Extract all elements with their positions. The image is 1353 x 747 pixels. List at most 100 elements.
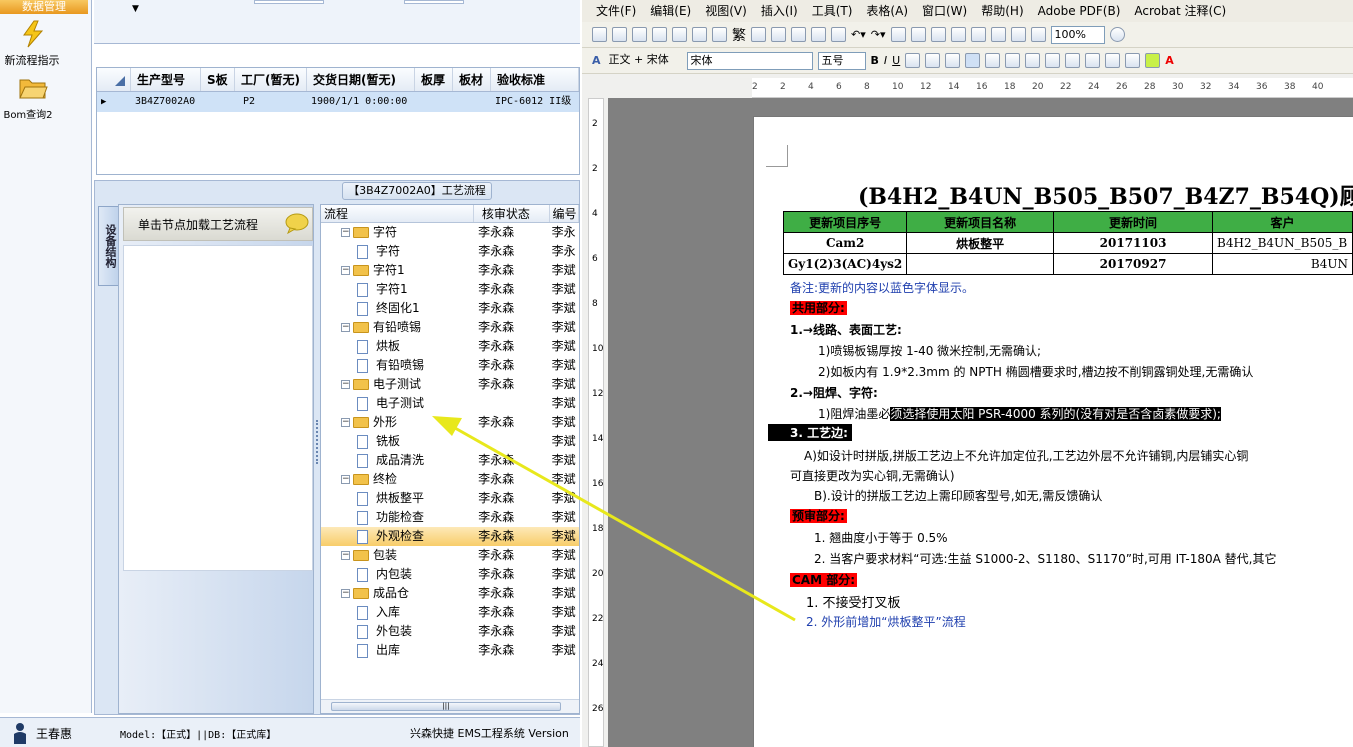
paste-icon[interactable] <box>811 27 826 42</box>
col-material[interactable]: 板材 <box>453 68 491 91</box>
document-map-icon[interactable] <box>1010 27 1026 42</box>
collapse-icon[interactable]: − <box>341 380 350 389</box>
save-icon[interactable] <box>632 27 647 42</box>
menu-item[interactable]: 编辑(E) <box>650 0 691 22</box>
font-color-icon[interactable]: A <box>1165 54 1174 67</box>
align-justify-icon[interactable] <box>965 53 981 68</box>
col-delivery-date[interactable]: 交货日期(暂无) <box>307 68 415 91</box>
collapse-icon[interactable]: − <box>341 323 350 332</box>
print-preview-icon[interactable] <box>692 27 707 42</box>
spelling-icon[interactable] <box>712 27 727 42</box>
print-icon[interactable] <box>672 27 687 42</box>
align-center-icon[interactable] <box>985 53 1001 68</box>
font-size-select[interactable]: 五号 <box>817 51 866 70</box>
menu-item[interactable]: Acrobat 注释(C) <box>1134 0 1226 22</box>
tree-row[interactable]: − 字符1 李永森 李斌 <box>321 261 579 280</box>
menu-item[interactable]: 视图(V) <box>705 0 747 22</box>
italic-icon[interactable]: I <box>884 54 887 67</box>
tree-scrollbar[interactable]: ||| <box>321 699 579 713</box>
document-page[interactable]: (B4H2_B4UN_B505_B507_B4Z7_B54Q)顾客特 更新项目序… <box>753 116 1353 747</box>
align-right-icon[interactable] <box>1005 53 1021 68</box>
bold-icon[interactable]: B <box>871 54 879 67</box>
char-shading-icon[interactable] <box>925 53 941 68</box>
menu-item[interactable]: 窗口(W) <box>922 0 967 22</box>
underline-icon[interactable]: U <box>892 54 900 67</box>
table-row[interactable]: ▶ 3B4Z7002A0 P2 1900/1/1 0:00:00 IPC-601… <box>97 92 579 112</box>
collapse-icon[interactable]: − <box>341 589 350 598</box>
tree-row[interactable]: 字符1 李永森 李斌 <box>321 280 579 299</box>
tree-row[interactable]: − 成品仓 李永森 李斌 <box>321 584 579 603</box>
help-icon[interactable] <box>1109 27 1125 42</box>
dropdown-arrow-icon[interactable]: ▼ <box>132 4 139 14</box>
styles-icon[interactable]: A <box>592 54 601 67</box>
hyperlink-icon[interactable] <box>890 27 906 42</box>
tree-row[interactable]: − 字符 李永森 李永 <box>321 223 579 242</box>
horizontal-ruler[interactable]: 2 2 4 6 8 10 12 14 16 18 20 22 24 26 28 30 32 34 36 38 40 <box>752 78 1353 98</box>
col-factory[interactable]: 工厂(暂无) <box>235 68 307 91</box>
tree-row[interactable]: 有铅喷锡 李永森 李斌 <box>321 356 579 375</box>
collapse-icon[interactable]: − <box>341 475 350 484</box>
filter-input-1[interactable] <box>254 0 324 4</box>
menu-item[interactable]: 表格(A) <box>866 0 908 22</box>
tree-row[interactable]: − 包装 李永森 李斌 <box>321 546 579 565</box>
line-spacing-icon[interactable] <box>1045 53 1061 68</box>
tables-borders-icon[interactable] <box>910 27 926 42</box>
copy-icon[interactable] <box>791 27 806 42</box>
insert-table-icon[interactable] <box>930 27 946 42</box>
new-doc-icon[interactable] <box>592 27 607 42</box>
tree-row[interactable]: 铣板 李斌 <box>321 432 579 451</box>
menu-item[interactable]: 帮助(H) <box>981 0 1023 22</box>
numbering-icon[interactable] <box>1065 53 1081 68</box>
col-s-board[interactable]: S板 <box>201 68 235 91</box>
highlight-icon[interactable] <box>1145 53 1161 68</box>
tree-col-status[interactable]: 核审状态 <box>474 205 550 222</box>
format-painter-icon[interactable] <box>831 27 846 42</box>
col-thickness[interactable]: 板厚 <box>415 68 453 91</box>
tree-row[interactable]: − 外形 李永森 李斌 <box>321 413 579 432</box>
collapse-icon[interactable]: − <box>341 266 350 275</box>
insert-excel-icon[interactable] <box>950 27 966 42</box>
tree-row[interactable]: 成品清洗 李永森 李斌 <box>321 451 579 470</box>
tree-row[interactable]: 功能检查 李永森 李斌 <box>321 508 579 527</box>
font-select[interactable]: 宋体 <box>686 51 813 70</box>
traditional-convert-icon[interactable]: 繁 <box>732 25 746 45</box>
tree-row[interactable]: − 有铅喷锡 李永森 李斌 <box>321 318 579 337</box>
col-model[interactable]: 生产型号 <box>131 68 201 91</box>
vertical-ruler[interactable]: 2 2 4 6 8 10 12 14 16 18 20 22 24 26 <box>588 98 604 747</box>
distributed-icon[interactable] <box>1025 53 1041 68</box>
tree-col-process[interactable]: 流程 <box>321 205 474 222</box>
tree-row[interactable]: 电子测试 李斌 <box>321 394 579 413</box>
tree-col-code[interactable]: 编号 <box>550 205 579 222</box>
increase-indent-icon[interactable] <box>1125 53 1141 68</box>
bom-query-button[interactable]: Bom查询2 <box>3 76 88 122</box>
tree-row[interactable]: − 终检 李永森 李斌 <box>321 470 579 489</box>
char-border-icon[interactable] <box>905 53 921 68</box>
zoom-select[interactable]: 100% <box>1050 25 1105 44</box>
tree-row[interactable]: 入库 李永森 李斌 <box>321 603 579 622</box>
cut-icon[interactable] <box>771 27 786 42</box>
collapse-icon[interactable]: − <box>341 228 350 237</box>
tree-row[interactable]: 外观检查 李永森 李斌 <box>321 527 579 546</box>
drawing-icon[interactable] <box>990 27 1006 42</box>
menu-item[interactable]: 工具(T) <box>812 0 853 22</box>
new-process-button[interactable]: 新流程指示 <box>4 20 88 67</box>
tree-row[interactable]: − 电子测试 李永森 李斌 <box>321 375 579 394</box>
tree-row[interactable]: 外包装 李永森 李斌 <box>321 622 579 641</box>
style-select[interactable]: 正文 + 宋体 <box>606 52 682 70</box>
tree-row[interactable]: 终固化1 李永森 李斌 <box>321 299 579 318</box>
show-hide-icon[interactable] <box>1030 27 1046 42</box>
open-icon[interactable] <box>612 27 627 42</box>
redo-icon[interactable]: ↷▾ <box>871 28 886 41</box>
speech-bubble-icon[interactable] <box>284 212 310 234</box>
scroll-thumb[interactable]: ||| <box>331 702 561 711</box>
char-scale-icon[interactable] <box>945 53 961 68</box>
undo-icon[interactable]: ↶▾ <box>851 28 866 41</box>
research-icon[interactable] <box>751 27 766 42</box>
tree-row[interactable]: 烘板 李永森 李斌 <box>321 337 579 356</box>
decrease-indent-icon[interactable] <box>1105 53 1121 68</box>
tree-row[interactable]: 字符 李永森 李永 <box>321 242 579 261</box>
sidebar-header[interactable]: 数据管理 <box>0 0 88 14</box>
menu-item[interactable]: 文件(F) <box>596 0 636 22</box>
columns-icon[interactable] <box>970 27 986 42</box>
menu-item[interactable]: 插入(I) <box>761 0 798 22</box>
